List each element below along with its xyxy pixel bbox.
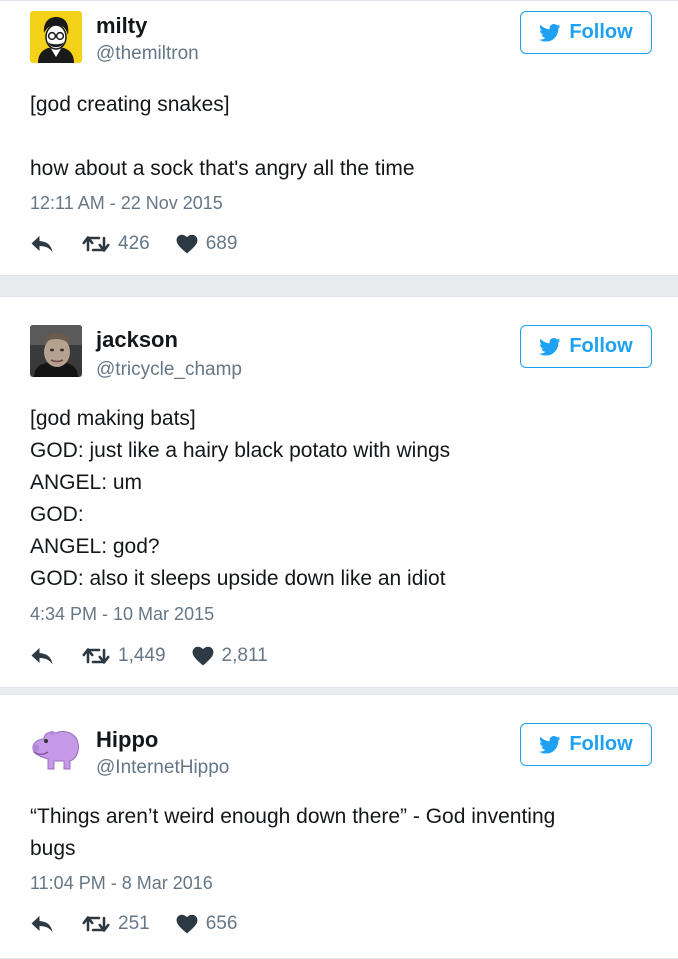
tweet-actions: 426 689: [30, 231, 237, 257]
like-count: 2,811: [221, 645, 268, 666]
reply-button[interactable]: [30, 912, 54, 936]
timestamp[interactable]: 11:04 PM - 8 Mar 2016: [30, 873, 213, 894]
reply-icon: [30, 912, 54, 936]
tweet-line: GOD:: [30, 503, 84, 526]
like-button[interactable]: 656: [176, 913, 238, 935]
user-handle[interactable]: @themiltron: [96, 43, 199, 65]
tweet-line: [god creating snakes]: [30, 93, 230, 116]
tweet-line: GOD: just like a hairy black potato with…: [30, 439, 451, 462]
timestamp[interactable]: 12:11 AM - 22 Nov 2015: [30, 193, 223, 214]
twitter-bird-icon: [539, 338, 561, 356]
user-handle[interactable]: @tricycle_champ: [96, 359, 242, 381]
tweet-line: ANGEL: god?: [30, 535, 160, 558]
tweet-line: “Things aren’t weird enough down there” …: [30, 805, 556, 828]
reply-button[interactable]: [30, 232, 54, 256]
like-button[interactable]: 689: [176, 233, 238, 255]
avatar[interactable]: [30, 325, 82, 377]
heart-icon: [176, 914, 198, 934]
follow-label: Follow: [569, 21, 633, 43]
like-count: 689: [205, 233, 238, 254]
tweet-text: [god creating snakes] how about a sock t…: [30, 89, 648, 185]
avatar[interactable]: [30, 11, 82, 63]
user-handle[interactable]: @InternetHippo: [96, 757, 229, 779]
display-name[interactable]: milty: [96, 13, 147, 39]
retweet-icon: [82, 914, 110, 934]
retweet-button[interactable]: 426: [82, 233, 150, 255]
timestamp[interactable]: 4:34 PM - 10 Mar 2015: [30, 604, 214, 625]
tweet-line: [god making bats]: [30, 407, 196, 430]
heart-icon: [192, 646, 214, 666]
retweet-count: 426: [118, 233, 150, 254]
tweet-card: milty @themiltron Follow [god creating s…: [0, 0, 678, 276]
tweet-line: [30, 121, 648, 153]
tweet-line: GOD: also it sleeps upside down like an …: [30, 567, 446, 590]
follow-button[interactable]: Follow: [520, 723, 652, 766]
retweet-icon: [82, 646, 110, 666]
reply-icon: [30, 644, 54, 668]
follow-button[interactable]: Follow: [520, 325, 652, 368]
twitter-bird-icon: [539, 736, 561, 754]
follow-button[interactable]: Follow: [520, 11, 652, 54]
retweet-count: 1,449: [118, 645, 166, 666]
tweet-card: jackson @tricycle_champ Follow [god maki…: [0, 296, 678, 688]
reply-icon: [30, 232, 54, 256]
tweet-actions: 1,449 2,811: [30, 643, 268, 669]
heart-icon: [176, 234, 198, 254]
like-count: 656: [205, 913, 238, 934]
retweet-icon: [82, 234, 110, 254]
avatar[interactable]: [30, 721, 82, 773]
retweet-button[interactable]: 251: [82, 913, 150, 935]
tweet-actions: 251 656: [30, 911, 237, 937]
display-name[interactable]: jackson: [96, 327, 178, 353]
tweet-line: ANGEL: um: [30, 471, 143, 494]
display-name[interactable]: Hippo: [96, 727, 158, 753]
follow-label: Follow: [569, 335, 633, 357]
tweet-line: bugs: [30, 837, 76, 860]
reply-button[interactable]: [30, 644, 54, 668]
tweet-text: [god making bats] GOD: just like a hairy…: [30, 403, 648, 595]
tweet-card: Hippo @InternetHippo Follow “Things aren…: [0, 694, 678, 959]
retweet-button[interactable]: 1,449: [82, 645, 166, 667]
tweet-line: how about a sock that's angry all the ti…: [30, 157, 415, 180]
tweet-text: “Things aren’t weird enough down there” …: [30, 801, 648, 865]
twitter-bird-icon: [539, 24, 561, 42]
follow-label: Follow: [569, 733, 633, 755]
retweet-count: 251: [118, 913, 150, 934]
like-button[interactable]: 2,811: [192, 645, 268, 667]
